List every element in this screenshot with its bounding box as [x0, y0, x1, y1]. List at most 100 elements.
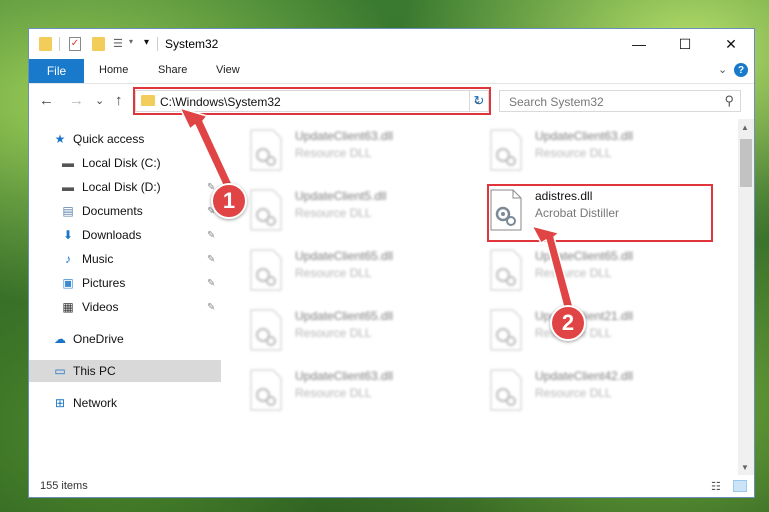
sidebar-item-label: Documents [82, 204, 143, 218]
sidebar-item-label: OneDrive [73, 332, 124, 346]
file-tile[interactable]: UpdateClient65.dll Resource DLL [249, 305, 469, 353]
file-tile[interactable]: UpdateClient5.dll Resource DLL [249, 185, 469, 233]
dll-file-icon [250, 249, 282, 291]
back-button[interactable]: ← [39, 92, 54, 109]
sidebar-item-this-pc[interactable]: ▭ This PC [29, 360, 221, 382]
dll-file-icon [490, 249, 522, 291]
status-bar: 155 items ☷ [29, 475, 754, 497]
file-type: Resource DLL [535, 266, 612, 280]
file-type: Resource DLL [295, 386, 372, 400]
pin-icon[interactable]: ✎ [207, 230, 215, 241]
dll-file-icon [490, 129, 522, 171]
recent-locations-button[interactable]: ⌄ [95, 94, 104, 107]
callout-1: 1 [211, 183, 247, 219]
pin-icon[interactable]: ✎ [207, 254, 215, 265]
quick-access-dropdown-icon[interactable]: ▾ [144, 37, 152, 51]
sidebar-item-music[interactable]: ♪ Music ✎ [29, 248, 223, 270]
file-list: UpdateClient63.dll Resource DLL UpdateCl… [225, 119, 738, 475]
network-icon: ⊞ [54, 396, 66, 410]
sidebar-item-label: Pictures [82, 276, 126, 290]
dll-file-icon [250, 189, 282, 231]
window-title: System32 [165, 37, 219, 51]
onedrive-icon: ☁ [54, 332, 66, 346]
music-icon: ♪ [65, 252, 71, 266]
expand-ribbon-icon[interactable]: ⌄ [718, 63, 727, 76]
sidebar-item-local-disk-d[interactable]: ▬ Local Disk (D:) ✎ [29, 176, 223, 198]
properties-icon[interactable]: ✓ [69, 37, 81, 51]
dll-file-icon [250, 369, 282, 411]
sidebar-item-documents[interactable]: ▤ Documents ✎ [29, 200, 223, 222]
scroll-thumb[interactable] [740, 139, 752, 187]
file-name: UpdateClient65.dll [535, 249, 634, 263]
this-pc-icon: ▭ [54, 364, 66, 378]
sidebar-item-network[interactable]: ⊞ Network [29, 392, 223, 414]
scroll-down-icon[interactable]: ▼ [741, 463, 749, 472]
file-tile[interactable]: UpdateClient42.dll Resource DLL [489, 365, 709, 413]
scroll-up-icon[interactable]: ▲ [741, 123, 749, 132]
chevron-down-icon[interactable]: ▾ [129, 37, 137, 51]
sidebar-item-label: Music [82, 252, 114, 266]
drive-icon: ▬ [62, 156, 74, 170]
file-name: UpdateClient63.dll [295, 129, 394, 143]
dll-file-icon [250, 129, 282, 171]
file-highlight-box [487, 184, 713, 242]
file-tile[interactable]: UpdateClient21.dll Resource DLL [489, 305, 709, 353]
pictures-icon: ▣ [62, 276, 74, 290]
customize-icon[interactable]: ☰ [113, 37, 127, 51]
file-type: Resource DLL [535, 386, 612, 400]
sidebar-item-label: Downloads [82, 228, 142, 242]
explorer-window: ✓ ☰ ▾ ▾ System32 — ☐ ✕ File Home Share V… [28, 28, 755, 498]
sidebar-item-label: Quick access [73, 132, 145, 146]
file-name: UpdateClient42.dll [535, 369, 634, 383]
file-tile[interactable]: UpdateClient65.dll Resource DLL [249, 245, 469, 293]
star-icon: ★ [54, 132, 66, 146]
minimize-button[interactable]: — [616, 29, 662, 59]
ribbon-tabs: File Home Share View ⌄ ? [29, 59, 754, 84]
file-type: Resource DLL [535, 146, 612, 160]
maximize-button[interactable]: ☐ [662, 29, 708, 59]
tiles-view-icon[interactable] [733, 480, 747, 492]
tab-file[interactable]: File [29, 59, 84, 83]
dll-file-icon [250, 309, 282, 351]
sidebar-item-onedrive[interactable]: ☁ OneDrive [29, 328, 223, 350]
details-view-icon[interactable]: ☷ [711, 480, 725, 493]
sidebar-item-downloads[interactable]: ⬇ Downloads ✎ [29, 224, 223, 246]
tab-share[interactable]: Share [158, 64, 187, 76]
videos-icon: ▦ [62, 300, 74, 314]
tab-view[interactable]: View [216, 64, 240, 76]
dll-file-icon [490, 369, 522, 411]
sidebar-item-quick-access[interactable]: ★ Quick access [29, 128, 223, 150]
file-type: Resource DLL [295, 206, 372, 220]
separator [157, 37, 158, 51]
tab-home[interactable]: Home [99, 64, 128, 76]
file-tile[interactable]: UpdateClient63.dll Resource DLL [249, 365, 469, 413]
new-folder-icon[interactable] [92, 37, 105, 51]
file-tile[interactable]: UpdateClient63.dll Resource DLL [489, 125, 709, 173]
navigation-bar: ← → ⌄ ↑ C:\Windows\System32 ⌄ ↻ Search S… [29, 84, 754, 118]
close-button[interactable]: ✕ [708, 29, 754, 59]
forward-button[interactable]: → [69, 92, 84, 109]
sidebar-item-local-disk-c[interactable]: ▬ Local Disk (C:) [29, 152, 223, 174]
drive-icon: ▬ [62, 180, 74, 194]
search-icon[interactable]: ⚲ [724, 93, 734, 109]
help-icon[interactable]: ? [734, 63, 748, 77]
pin-icon[interactable]: ✎ [207, 302, 215, 313]
item-count: 155 items [40, 480, 88, 492]
search-input[interactable]: Search System32 [509, 95, 604, 109]
up-button[interactable]: ↑ [115, 92, 123, 109]
file-tile[interactable]: UpdateClient65.dll Resource DLL [489, 245, 709, 293]
documents-icon: ▤ [62, 204, 74, 218]
file-type: Resource DLL [295, 266, 372, 280]
file-tile[interactable]: UpdateClient63.dll Resource DLL [249, 125, 469, 173]
sidebar-item-pictures[interactable]: ▣ Pictures ✎ [29, 272, 223, 294]
pin-icon[interactable]: ✎ [207, 278, 215, 289]
sidebar-item-label: This PC [73, 364, 116, 378]
search-box[interactable]: Search System32 ⚲ [499, 90, 741, 112]
vertical-scrollbar[interactable]: ▲ ▼ [738, 119, 754, 475]
title-bar: ✓ ☰ ▾ ▾ System32 — ☐ ✕ [29, 29, 754, 59]
file-name: UpdateClient65.dll [295, 249, 394, 263]
sidebar-item-videos[interactable]: ▦ Videos ✎ [29, 296, 223, 318]
sidebar-item-label: Videos [82, 300, 119, 314]
address-highlight-box [133, 87, 491, 115]
navigation-pane: ★ Quick access ▬ Local Disk (C:) ▬ Local… [29, 119, 223, 475]
